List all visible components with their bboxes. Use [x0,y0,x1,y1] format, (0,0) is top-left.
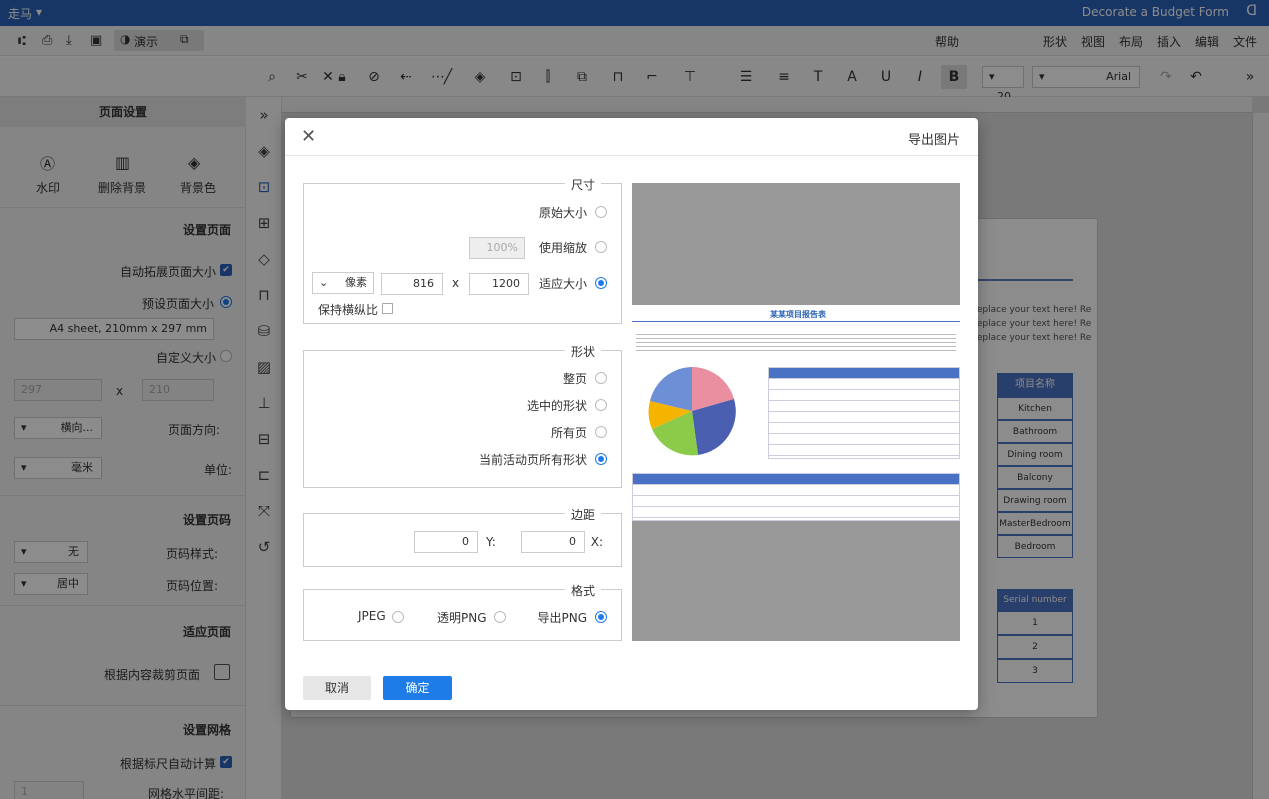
margin-group: 边距 X: 0 Y: 0 [303,506,622,567]
transparent-png-radio[interactable] [494,611,506,623]
width-input[interactable]: 1200 [469,273,529,295]
export-image-dialog: 导出图片 ✕ 尺寸 原始大小 使用缩放 100% 适应大小 1200 x 816… [285,118,978,710]
fit-size-radio[interactable] [595,277,607,289]
format-group: 格式 导出PNG 透明PNG JPEG [303,582,622,641]
fit-size-label: 适应大小 [538,277,587,291]
keep-ratio-checkbox[interactable] [382,303,393,314]
selected-shapes-label: 选中的形状 [526,399,587,413]
export-png-radio[interactable] [595,611,607,623]
preview-header-line [632,321,960,322]
close-icon[interactable]: ✕ [301,126,316,147]
preview-bottom-table [632,473,960,521]
dialog-divider [285,155,978,156]
whole-page-label: 整页 [562,372,587,386]
current-page-shapes-radio[interactable] [595,453,607,465]
height-input[interactable]: 816 [381,273,443,295]
size-group: 尺寸 原始大小 使用缩放 100% 适应大小 1200 x 816 ⌄ 像素 保… [303,176,622,324]
height-value: 816 [413,277,434,290]
preview-bottom-table-header [633,474,959,484]
use-zoom-radio[interactable] [595,241,607,253]
unit-value: 像素 [345,276,367,289]
export-png-label: 导出PNG [537,611,587,625]
chevron-down-icon: ⌄ [319,276,329,289]
size-group-title: 尺寸 [564,176,601,193]
preview-image: 某某项目报告表 [632,305,960,521]
cancel-button[interactable]: 取消 [303,676,371,700]
shape-group: 形状 整页 选中的形状 所有页 当前活动页所有形状 [303,343,622,488]
margin-y-value: 0 [462,535,469,548]
export-preview: 某某项目报告表 [632,183,960,641]
margin-y-label: Y: [486,535,496,549]
all-pages-label: 所有页 [550,426,587,440]
original-size-radio[interactable] [595,206,607,218]
preview-text-block [636,331,956,351]
use-zoom-label: 使用缩放 [538,241,587,255]
preview-table [768,367,960,459]
zoom-input[interactable]: 100% [469,237,525,259]
margin-x-label: X: [590,535,603,549]
margin-x-value: 0 [569,535,576,548]
transparent-png-label: 透明PNG [437,611,487,625]
selected-shapes-radio[interactable] [595,399,607,411]
jpeg-radio[interactable] [392,611,404,623]
keep-ratio-label: 保持横纵比 [318,303,379,317]
shape-group-title: 形状 [564,343,601,360]
all-pages-radio[interactable] [595,426,607,438]
preview-pie-chart [648,367,736,456]
margin-x-input[interactable]: 0 [521,531,585,553]
preview-table-header [769,368,959,378]
jpeg-label: JPEG [358,609,386,623]
ok-button[interactable]: 确定 [383,676,452,700]
format-group-title: 格式 [564,582,601,599]
original-size-label: 原始大小 [538,206,587,220]
current-page-shapes-label: 当前活动页所有形状 [478,453,587,467]
whole-page-radio[interactable] [595,372,607,384]
margin-y-input[interactable]: 0 [414,531,478,553]
zoom-value: 100% [486,241,518,254]
preview-title: 某某项目报告表 [770,310,826,319]
times-label: x [452,276,460,290]
unit-select[interactable]: ⌄ 像素 [312,272,374,294]
dialog-title: 导出图片 [907,133,960,148]
width-value: 1200 [492,277,520,290]
margin-group-title: 边距 [564,506,601,523]
